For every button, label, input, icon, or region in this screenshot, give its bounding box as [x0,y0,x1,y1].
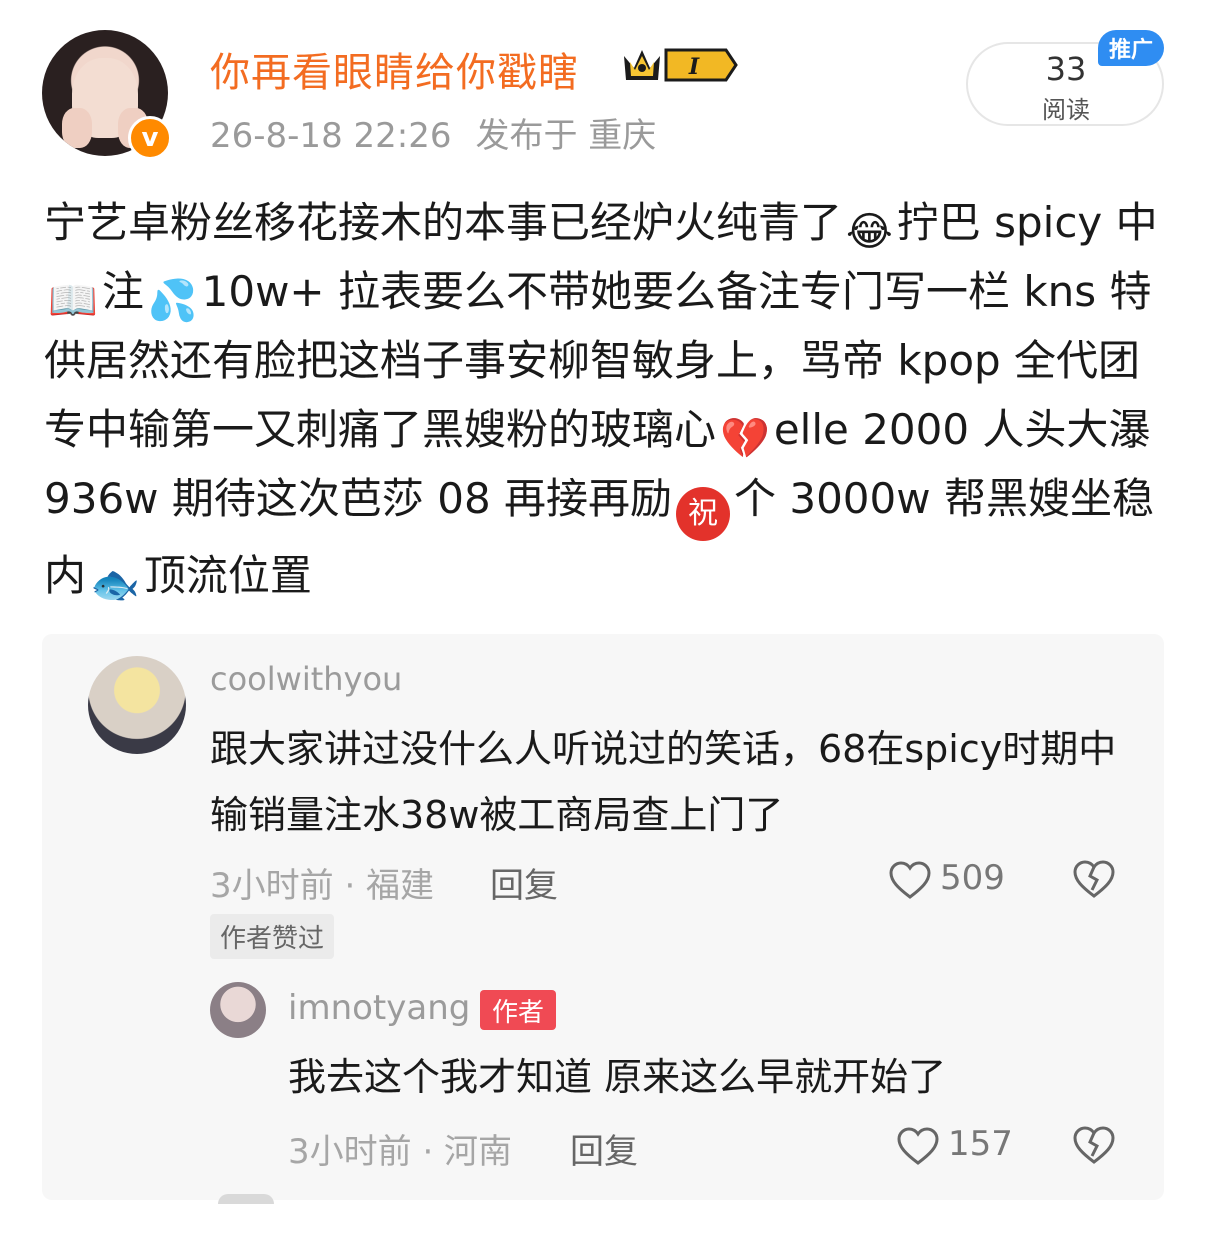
broken-heart-emoji-icon: 💔 [720,416,770,462]
heart-icon[interactable] [896,1126,940,1166]
post-text-3: 注 [101,267,144,316]
fish-emoji-icon: 🐟 [90,562,140,608]
author-tag: 作者 [480,990,556,1030]
comment-meta: 3小时前 · 福建 [210,866,435,906]
post-text-2: 拧巴 spicy 中 [896,198,1158,247]
wish-emoji-icon: 祝 [676,487,731,541]
comment-text: 跟大家讲过没什么人听说过的笑话，68在spicy时期中输销量注水38w被工商局查… [210,727,1117,837]
post-text-1: 宁艺卓粉丝移花接木的本事已经炉火纯青了 [44,198,843,247]
promo-button[interactable]: 推广 [1098,30,1164,66]
laugh-emoji-icon: 😂 [846,209,893,255]
post-date: 26-8-18 22:26 [210,116,452,156]
avatar-hand-left [62,108,92,148]
broken-heart-icon[interactable] [1072,1124,1116,1166]
post-text-7: 顶流位置 [143,551,312,600]
verified-icon: v [128,116,172,160]
comment-like-count: 509 [940,858,1005,898]
sweat-emoji-icon: 💦 [147,278,198,324]
commenter-avatar[interactable] [88,656,186,754]
commenter-username[interactable]: coolwithyou [210,660,402,698]
post-location: 发布于 重庆 [475,116,657,156]
next-comment-avatar [218,1194,274,1204]
reply-reply-button[interactable]: 回复 [570,1124,638,1173]
book-emoji-icon: 📖 [48,278,98,324]
comment-reply-button[interactable]: 回复 [490,858,558,907]
post-body: 宁艺卓粉丝移花接木的本事已经炉火纯青了 😂拧巴 spicy 中📖注 💦10w+ 拉表… [44,188,1164,610]
post-username[interactable]: 你再看眼睛给你戳瞎 [210,40,579,98]
broken-heart-icon[interactable] [1072,858,1116,900]
author-liked-tag: 作者赞过 [210,914,335,959]
reply-meta: 3小时前 · 河南 [288,1132,513,1172]
post-meta: 26-8-18 22:26 发布于 重庆 [210,108,656,157]
reply-username[interactable]: imnotyang [288,988,470,1028]
reply-avatar[interactable] [210,982,266,1038]
read-label: 阅读 [1042,96,1090,124]
level-badge-text: I [688,54,700,80]
reply-text: 我去这个我才知道 原来这么早就开始了 [288,1055,947,1099]
heart-icon[interactable] [888,860,932,900]
comment-section: coolwithyou 跟大家讲过没什么人听说过的笑话，68在spicy时期中输… [42,634,1164,1204]
crown-level-icon: I [624,48,738,82]
reply-like-count: 157 [948,1124,1013,1164]
